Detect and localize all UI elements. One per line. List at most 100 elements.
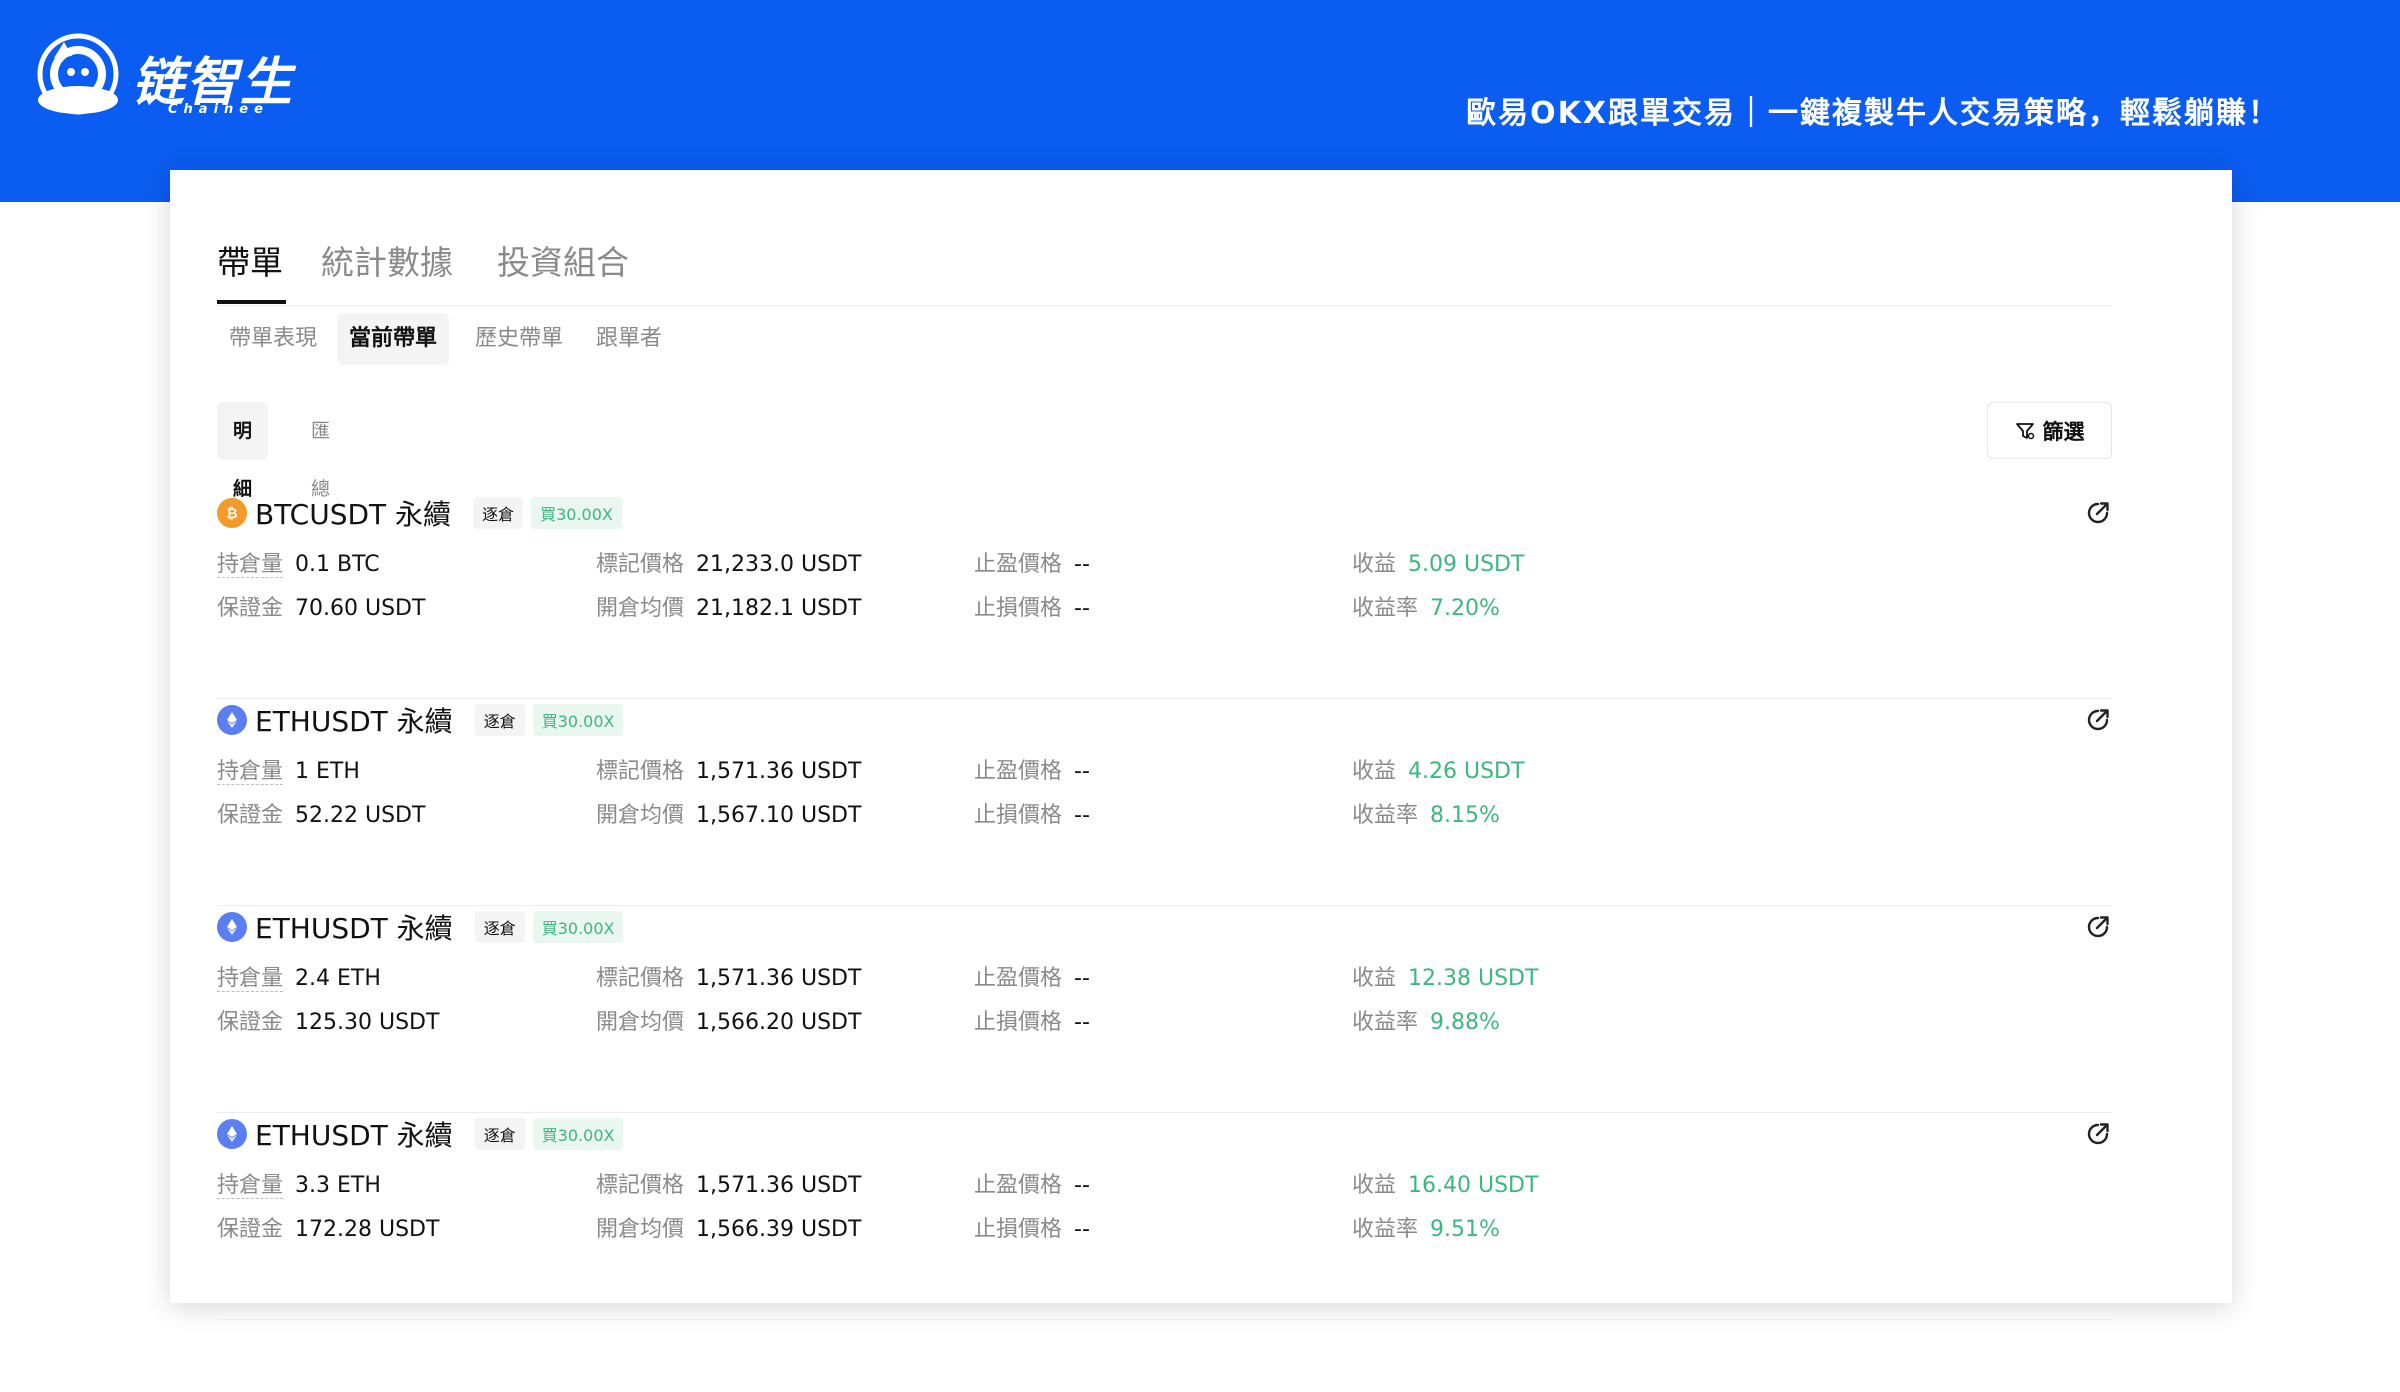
- filter-button[interactable]: 篩選: [1987, 402, 2112, 459]
- pnl-label: 收益: [1352, 552, 1397, 577]
- leverage-badge: 買30.00X: [532, 704, 624, 736]
- subtab-performance[interactable]: 帶單表現: [217, 313, 329, 365]
- filter-label: 篩選: [2042, 419, 2085, 444]
- banner-slogan: 歐易OKX跟單交易｜一鍵複製牛人交易策略，輕鬆躺賺！: [1466, 96, 2280, 131]
- holding-value: 0.1 BTC: [295, 552, 380, 577]
- stop-loss-label: 止損價格: [974, 1217, 1063, 1242]
- ethereum-icon: [227, 1126, 237, 1142]
- margin-field: 保證金 125.30 USDT: [217, 1004, 439, 1036]
- logo-subtext: Chainee: [168, 102, 269, 117]
- pnl-rate-field: 收益率 7.20%: [1352, 590, 1500, 622]
- coin-icon: ₿: [217, 498, 247, 528]
- mark-price-field: 標記價格 1,571.36 USDT: [596, 960, 861, 992]
- pnl-value: 5.09 USDT: [1408, 552, 1525, 577]
- stop-loss-value: --: [1074, 596, 1090, 621]
- mark-price-value: 1,571.36 USDT: [696, 759, 862, 784]
- holding-field: 持倉量 1 ETH: [217, 753, 360, 785]
- margin-field: 保證金 172.28 USDT: [217, 1211, 439, 1243]
- take-profit-value: --: [1074, 1173, 1090, 1198]
- pnl-rate-value: 9.88%: [1430, 1010, 1500, 1035]
- margin-mode-badge: 逐倉: [473, 497, 524, 529]
- position-header: ETHUSDT 永續 逐倉 買30.00X: [217, 907, 624, 947]
- take-profit-field: 止盈價格 --: [974, 546, 1090, 578]
- pnl-rate-label: 收益率: [1352, 803, 1419, 828]
- position-symbol: BTCUSDT 永續: [255, 498, 452, 531]
- tab-portfolio[interactable]: 投資組合: [497, 236, 629, 284]
- position-symbol: ETHUSDT 永續: [255, 912, 453, 945]
- open-avg-value: 1,566.20 USDT: [696, 1010, 862, 1035]
- pnl-label: 收益: [1352, 1173, 1397, 1198]
- trader-panel: 帶單 統計數據 投資組合 帶單表現 當前帶單 歷史帶單 跟單者 明細 匯總 篩選…: [170, 170, 2232, 1320]
- tab-lead-trades[interactable]: 帶單: [217, 236, 283, 284]
- pnl-rate-field: 收益率 9.51%: [1352, 1211, 1500, 1243]
- pnl-field: 收益 5.09 USDT: [1352, 546, 1524, 578]
- stop-loss-field: 止損價格 --: [974, 590, 1090, 622]
- pnl-value: 12.38 USDT: [1408, 966, 1539, 991]
- open-avg-field: 開倉均價 1,566.39 USDT: [596, 1211, 861, 1243]
- open-avg-value: 21,182.1 USDT: [696, 596, 862, 621]
- margin-field: 保證金 70.60 USDT: [217, 590, 425, 622]
- holding-label: 持倉量: [217, 759, 284, 785]
- holding-label: 持倉量: [217, 966, 284, 992]
- mark-price-field: 標記價格 21,233.0 USDT: [596, 546, 861, 578]
- mark-price-label: 標記價格: [596, 966, 685, 991]
- margin-value: 70.60 USDT: [295, 596, 426, 621]
- subtab-current[interactable]: 當前帶單: [337, 313, 450, 365]
- open-avg-value: 1,567.10 USDT: [696, 803, 862, 828]
- coin-icon: [217, 1119, 247, 1149]
- coin-icon: [217, 912, 247, 942]
- toggle-summary[interactable]: 匯總: [295, 402, 346, 500]
- holding-field: 持倉量 3.3 ETH: [217, 1167, 381, 1199]
- stop-loss-label: 止損價格: [974, 803, 1063, 828]
- leverage-badge: 買30.00X: [532, 911, 624, 943]
- margin-label: 保證金: [217, 1217, 284, 1242]
- pnl-value: 4.26 USDT: [1408, 759, 1525, 784]
- margin-label: 保證金: [217, 803, 284, 828]
- open-avg-value: 1,566.39 USDT: [696, 1217, 862, 1242]
- share-icon[interactable]: [2083, 1119, 2113, 1149]
- mark-price-label: 標記價格: [596, 759, 685, 784]
- pnl-field: 收益 4.26 USDT: [1352, 753, 1524, 785]
- subtab-history[interactable]: 歷史帶單: [463, 313, 575, 365]
- pnl-rate-label: 收益率: [1352, 596, 1419, 621]
- main-tab-bar: 帶單 統計數據 投資組合: [217, 198, 2112, 306]
- leverage-badge: 買30.00X: [532, 1118, 624, 1150]
- tab-statistics[interactable]: 統計數據: [321, 236, 453, 284]
- open-avg-label: 開倉均價: [596, 1010, 685, 1035]
- open-avg-label: 開倉均價: [596, 803, 685, 828]
- pnl-label: 收益: [1352, 966, 1397, 991]
- take-profit-value: --: [1074, 966, 1090, 991]
- take-profit-label: 止盈價格: [974, 966, 1063, 991]
- open-avg-field: 開倉均價 1,566.20 USDT: [596, 1004, 861, 1036]
- pnl-label: 收益: [1352, 759, 1397, 784]
- position-header: ETHUSDT 永續 逐倉 買30.00X: [217, 1114, 624, 1154]
- open-avg-label: 開倉均價: [596, 1217, 685, 1242]
- mark-price-value: 1,571.36 USDT: [696, 1173, 862, 1198]
- position-symbol: ETHUSDT 永續: [255, 705, 453, 738]
- stop-loss-field: 止損價格 --: [974, 1004, 1090, 1036]
- position-symbol: ETHUSDT 永續: [255, 1119, 453, 1152]
- logo: 链智生 Chainee: [34, 28, 294, 138]
- bitcoin-icon: ₿: [226, 506, 237, 522]
- mark-price-value: 1,571.36 USDT: [696, 966, 862, 991]
- pnl-rate-field: 收益率 8.15%: [1352, 797, 1500, 829]
- share-icon[interactable]: [2083, 705, 2113, 735]
- take-profit-label: 止盈價格: [974, 1173, 1063, 1198]
- margin-value: 125.30 USDT: [295, 1010, 440, 1035]
- margin-value: 172.28 USDT: [295, 1217, 440, 1242]
- stop-loss-value: --: [1074, 803, 1090, 828]
- take-profit-field: 止盈價格 --: [974, 960, 1090, 992]
- take-profit-label: 止盈價格: [974, 759, 1063, 784]
- share-icon[interactable]: [2083, 912, 2113, 942]
- svg-text:₿: ₿: [226, 506, 237, 522]
- share-icon[interactable]: [2083, 498, 2113, 528]
- active-tab-underline: [217, 300, 286, 304]
- margin-mode-badge: 逐倉: [474, 704, 525, 736]
- toggle-detail[interactable]: 明細: [217, 402, 269, 500]
- position-header: ETHUSDT 永續 逐倉 買30.00X: [217, 700, 624, 740]
- margin-mode-badge: 逐倉: [474, 911, 525, 943]
- logo-mascot-icon: [37, 33, 119, 115]
- subtab-followers[interactable]: 跟單者: [584, 313, 674, 365]
- take-profit-field: 止盈價格 --: [974, 1167, 1090, 1199]
- holding-value: 1 ETH: [295, 759, 360, 784]
